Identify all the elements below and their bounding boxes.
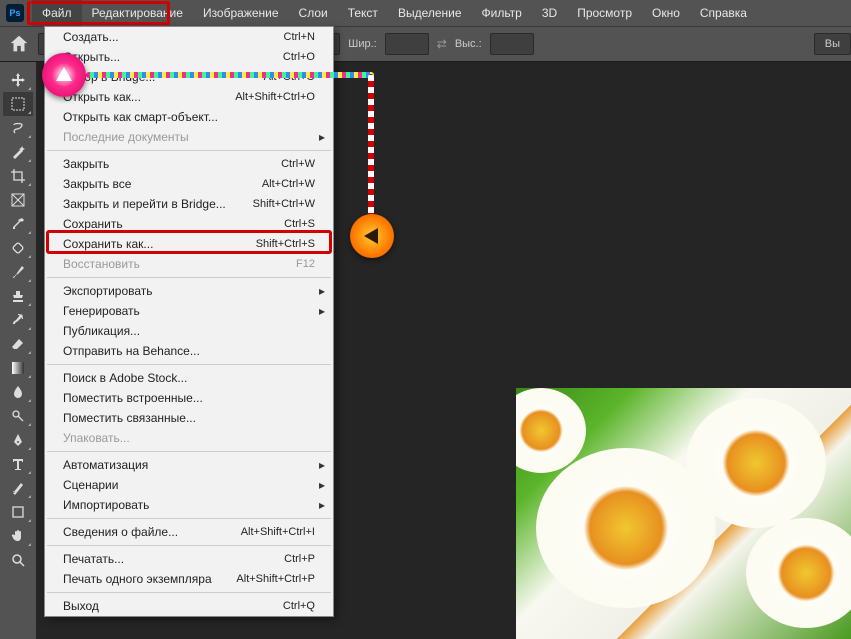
- menu-file[interactable]: Файл: [32, 0, 82, 26]
- menu-item-закрыть-все[interactable]: Закрыть всеAlt+Ctrl+W: [45, 174, 333, 194]
- menu-item-создать---[interactable]: Создать...Ctrl+N: [45, 27, 333, 47]
- tool-eyedropper[interactable]: [3, 212, 33, 236]
- tool-shape[interactable]: [3, 500, 33, 524]
- menu-item-открыть-как-смарт-объект---[interactable]: Открыть как смарт-объект...: [45, 107, 333, 127]
- menu-separator: [47, 364, 331, 365]
- file-menu-dropdown: Создать...Ctrl+NОткрыть...Ctrl+OОбзор в …: [44, 26, 334, 617]
- annotation-step-1-icon: [42, 53, 86, 97]
- menu-item-восстановить: ВосстановитьF12: [45, 254, 333, 274]
- menu-item-генерировать[interactable]: Генерировать▸: [45, 301, 333, 321]
- menu-item-импортировать[interactable]: Импортировать▸: [45, 495, 333, 515]
- tool-dodge[interactable]: [3, 404, 33, 428]
- tool-zoom[interactable]: [3, 548, 33, 572]
- tool-crop[interactable]: [3, 164, 33, 188]
- tool-hand[interactable]: [3, 524, 33, 548]
- tool-gradient[interactable]: [3, 356, 33, 380]
- menu-item-печать-одного-экземпляра[interactable]: Печать одного экземпляраAlt+Shift+Ctrl+P: [45, 569, 333, 589]
- tool-path[interactable]: [3, 476, 33, 500]
- menu-item-выход[interactable]: ВыходCtrl+Q: [45, 596, 333, 616]
- menu-item-экспортировать[interactable]: Экспортировать▸: [45, 281, 333, 301]
- menu-help[interactable]: Справка: [690, 0, 757, 26]
- width-label: Шир.:: [348, 38, 376, 50]
- menu-layer[interactable]: Слои: [289, 0, 338, 26]
- menu-separator: [47, 545, 331, 546]
- height-field[interactable]: [490, 33, 534, 55]
- menu-type[interactable]: Текст: [338, 0, 388, 26]
- width-field[interactable]: [385, 33, 429, 55]
- tool-bar: [0, 62, 36, 639]
- tool-brush[interactable]: [3, 260, 33, 284]
- menu-item-сохранить[interactable]: СохранитьCtrl+S: [45, 214, 333, 234]
- tool-type[interactable]: [3, 452, 33, 476]
- tool-heal[interactable]: [3, 236, 33, 260]
- menu-item-печатать---[interactable]: Печатать...Ctrl+P: [45, 549, 333, 569]
- menu-item-сохранить-как---[interactable]: Сохранить как...Shift+Ctrl+S: [45, 234, 333, 254]
- menu-separator: [47, 277, 331, 278]
- select-subject-button[interactable]: Вы: [814, 33, 851, 55]
- menu-item-открыть---[interactable]: Открыть...Ctrl+O: [45, 47, 333, 67]
- annotation-step-2-icon: [350, 214, 394, 258]
- tool-history[interactable]: [3, 308, 33, 332]
- menu-separator: [47, 150, 331, 151]
- menu-item-открыть-как---[interactable]: Открыть как...Alt+Shift+Ctrl+O: [45, 87, 333, 107]
- tool-blur[interactable]: [3, 380, 33, 404]
- menu-3d[interactable]: 3D: [532, 0, 567, 26]
- swap-icon[interactable]: ⇄: [437, 37, 447, 51]
- height-label: Выс.:: [455, 38, 482, 50]
- menu-item-автоматизация[interactable]: Автоматизация▸: [45, 455, 333, 475]
- tool-pen[interactable]: [3, 428, 33, 452]
- annotation-connector: [86, 72, 374, 78]
- menu-item-публикация---[interactable]: Публикация...: [45, 321, 333, 341]
- menu-item-закрыть[interactable]: ЗакрытьCtrl+W: [45, 154, 333, 174]
- canvas-image: [516, 388, 851, 639]
- menu-item-сведения-о-файле---[interactable]: Сведения о файле...Alt+Shift+Ctrl+I: [45, 522, 333, 542]
- tool-lasso[interactable]: [3, 116, 33, 140]
- tool-frame[interactable]: [3, 188, 33, 212]
- tool-marquee[interactable]: [3, 92, 33, 116]
- menu-image[interactable]: Изображение: [193, 0, 289, 26]
- menu-item-поиск-в-adobe-stock---[interactable]: Поиск в Adobe Stock...: [45, 368, 333, 388]
- menu-view[interactable]: Просмотр: [567, 0, 642, 26]
- tool-wand[interactable]: [3, 140, 33, 164]
- menu-item-поместить-встроенные---[interactable]: Поместить встроенные...: [45, 388, 333, 408]
- menu-edit[interactable]: Редактирование: [82, 0, 193, 26]
- menu-item-отправить-на-behance---[interactable]: Отправить на Behance...: [45, 341, 333, 361]
- tool-move[interactable]: [3, 68, 33, 92]
- tool-stamp[interactable]: [3, 284, 33, 308]
- menu-filter[interactable]: Фильтр: [472, 0, 532, 26]
- menu-select[interactable]: Выделение: [388, 0, 472, 26]
- menu-separator: [47, 592, 331, 593]
- menu-item-последние-документы: Последние документы▸: [45, 127, 333, 147]
- app-icon: Ps: [6, 4, 24, 22]
- menu-window[interactable]: Окно: [642, 0, 690, 26]
- menu-separator: [47, 518, 331, 519]
- tool-eraser[interactable]: [3, 332, 33, 356]
- annotation-connector: [368, 74, 374, 219]
- menu-separator: [47, 451, 331, 452]
- menu-item-сценарии[interactable]: Сценарии▸: [45, 475, 333, 495]
- menu-item-упаковать---: Упаковать...: [45, 428, 333, 448]
- menu-bar: Ps Файл Редактирование Изображение Слои …: [0, 0, 851, 26]
- menu-item-поместить-связанные---[interactable]: Поместить связанные...: [45, 408, 333, 428]
- home-icon[interactable]: [8, 33, 30, 55]
- menu-item-закрыть-и-перейти-в-bridge---[interactable]: Закрыть и перейти в Bridge...Shift+Ctrl+…: [45, 194, 333, 214]
